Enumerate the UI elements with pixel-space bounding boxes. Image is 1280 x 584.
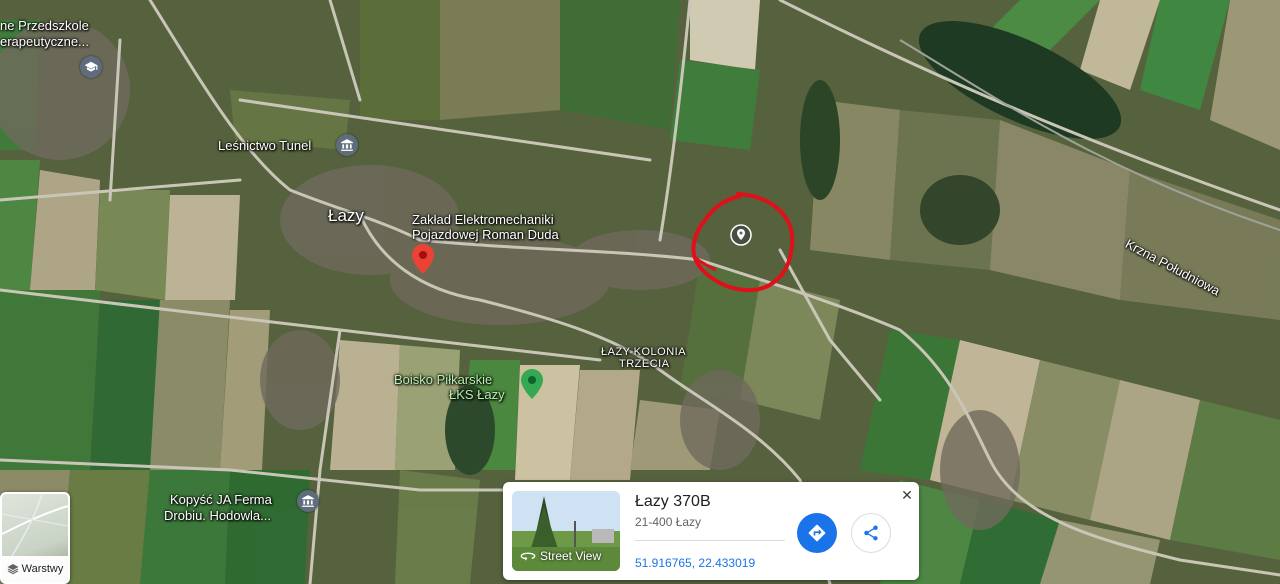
place-coordinates-link[interactable]: 51.916765, 22.433019 [635,556,755,570]
place-postal-address: 21-400 Łazy [635,515,702,529]
park-pin-icon[interactable] [521,369,543,399]
lazy-village-label[interactable]: Łazy [328,206,364,226]
lazy-kolonia-label-line1[interactable]: ŁAZY-KOLONIA [601,346,686,358]
street-view-thumbnail[interactable]: Street View [512,491,620,571]
share-icon [864,525,878,541]
zaklad-label-line2[interactable]: Pojazdowej Roman Duda [412,227,559,242]
przedszkole-label-line2[interactable]: erapeutyczne... [0,34,89,49]
layers-label-bar: Warstwy [2,556,68,582]
boisko-label-line2[interactable]: ŁKS Łazy [449,387,505,402]
layers-button[interactable]: Warstwy [0,492,70,584]
przedszkole-label-line1[interactable]: ne Przedszkole [0,18,89,33]
layers-thumbnail [2,494,68,556]
boisko-label-line1[interactable]: Boisko Piłkarskie [394,372,492,387]
place-title: Łazy 370B [635,493,711,510]
lazy-kolonia-label-line2[interactable]: TRZECIA [619,358,670,370]
lesnictwo-label[interactable]: Leśnictwo Tunel [218,138,311,153]
layers-label: Warstwy [21,563,64,575]
kopysc-label-line2[interactable]: Drobiu. Hodowla... [164,508,271,523]
share-button[interactable] [851,513,891,553]
layers-icon [7,564,19,575]
zaklad-label-line1[interactable]: Zakład Elektromechaniki [412,212,554,227]
place-info-card: Street View Łazy 370B 21-400 Łazy 51.916… [503,482,919,580]
close-card-button[interactable]: ✕ [898,486,916,504]
directions-icon [808,524,826,542]
selected-location-pin-icon[interactable] [730,224,752,246]
street-view-360-icon [520,552,536,561]
kopysc-label-line1[interactable]: Kopyść JA Ferma [170,492,272,507]
farm-pin-icon[interactable] [297,490,319,512]
street-view-label[interactable]: Street View [520,549,601,563]
close-icon: ✕ [901,487,913,503]
directions-button[interactable] [797,513,837,553]
card-divider [635,540,785,541]
building-pin-icon[interactable] [336,134,358,156]
red-place-pin-icon[interactable] [412,244,434,274]
school-pin-icon[interactable] [80,56,102,78]
